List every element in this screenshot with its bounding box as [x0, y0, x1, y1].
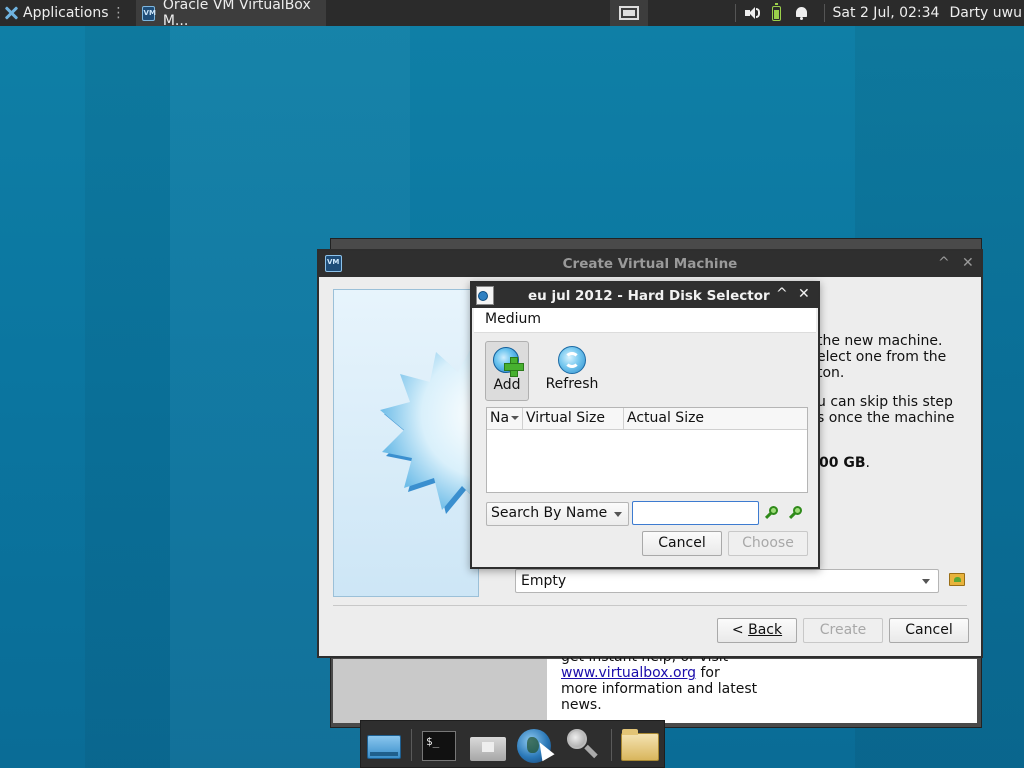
cancel-button[interactable]: Cancel	[889, 618, 969, 643]
close-button[interactable]: ✕	[798, 286, 810, 302]
choose-disk-folder-icon[interactable]	[949, 573, 965, 586]
column-header-label: Virtual Size	[526, 410, 605, 426]
back-window-sidebar	[333, 659, 547, 723]
panel-separator	[734, 4, 736, 22]
disk-list-table[interactable]: Na Virtual Size Actual Size	[486, 407, 808, 493]
applications-suffix: ⋮	[111, 5, 126, 21]
wizard-titlebar[interactable]: Create Virtual Machine ^ ✕	[319, 251, 981, 277]
disk-size-text: 00 GB.	[819, 455, 870, 471]
xfce-logo-icon	[4, 6, 18, 20]
applications-menu[interactable]: Applications ⋮	[0, 0, 132, 26]
find-previous-icon[interactable]	[764, 505, 780, 521]
wizard-divider	[333, 605, 967, 606]
volume-icon[interactable]	[744, 6, 760, 20]
panel-separator	[823, 4, 825, 22]
disk-file-combobox[interactable]: Empty	[515, 569, 939, 593]
description-line: the new machine.	[817, 333, 943, 349]
dock-terminal[interactable]: $_	[419, 727, 459, 763]
back-button[interactable]: < Back	[717, 618, 797, 643]
dock-home-folder[interactable]	[467, 727, 507, 763]
workspace-icon	[619, 6, 639, 20]
starburst-graphic	[380, 336, 478, 514]
column-header-virtual-size[interactable]: Virtual Size	[523, 408, 624, 429]
minimize-button[interactable]: ^	[938, 255, 950, 271]
wizard-side-image	[333, 289, 479, 597]
description-line: ton.	[817, 365, 845, 381]
column-header-name[interactable]: Na	[487, 408, 523, 429]
workspace-switcher[interactable]	[610, 0, 648, 26]
notification-bell-icon[interactable]	[795, 6, 808, 20]
back-window-line: news.	[561, 697, 602, 713]
dialog-title: eu jul 2012 - Hard Disk Selector	[528, 288, 770, 304]
hard-disk-icon	[476, 286, 494, 305]
wizard-description: the new machine. elect one from the ton.…	[817, 333, 997, 439]
disk-size-value: 00 GB	[819, 455, 866, 471]
create-button[interactable]: Create	[803, 618, 883, 643]
dock-web-browser[interactable]	[513, 727, 555, 763]
terminal-icon: $_	[422, 731, 456, 761]
add-disk-icon	[491, 345, 524, 377]
close-button[interactable]: ✕	[962, 255, 974, 271]
search-input[interactable]	[632, 501, 759, 525]
dock: $_	[360, 720, 665, 768]
refresh-icon	[556, 344, 588, 376]
applications-label: Applications	[23, 5, 109, 21]
dock-show-desktop[interactable]	[363, 727, 403, 763]
panel-user-name[interactable]: Darty uwu	[949, 5, 1022, 21]
add-label: Add	[493, 377, 521, 393]
panel-clock[interactable]: Sat 2 Jul, 02:34	[833, 5, 940, 21]
chevron-down-icon	[614, 512, 622, 517]
menu-medium[interactable]: Medium	[485, 311, 541, 327]
add-disk-button[interactable]: Add	[485, 341, 529, 401]
chevron-down-icon	[922, 579, 930, 584]
dock-app-finder[interactable]	[561, 727, 601, 763]
show-desktop-icon	[367, 735, 401, 759]
search-mode-combobox[interactable]: Search By Name	[486, 502, 629, 526]
refresh-label: Refresh	[545, 376, 599, 392]
dialog-titlebar[interactable]: eu jul 2012 - Hard Disk Selector ^ ✕	[472, 283, 818, 308]
home-folder-icon	[470, 737, 506, 761]
description-line: u can skip this step	[817, 394, 953, 410]
choose-button[interactable]: Choose	[728, 531, 808, 556]
description-line: elect one from the	[817, 349, 947, 365]
description-line: s once the machine	[817, 410, 955, 426]
back-window-link-suffix: for	[696, 665, 720, 681]
back-window-line: more information and latest	[561, 681, 758, 697]
sort-arrow-icon	[511, 416, 519, 420]
disk-size-suffix: .	[865, 455, 870, 471]
dock-separator	[611, 729, 612, 761]
dialog-menubar: Medium	[474, 308, 816, 333]
folder-icon	[621, 729, 659, 761]
search-mode-value: Search By Name	[491, 505, 608, 521]
dock-separator	[411, 729, 412, 761]
back-window-text: get instant help, or visit www.virtualbo…	[561, 649, 861, 713]
hard-disk-selector-dialog: eu jul 2012 - Hard Disk Selector ^ ✕ Med…	[470, 281, 820, 569]
search-icon	[567, 729, 587, 749]
panel-tray: Sat 2 Jul, 02:34 Darty uwu	[727, 0, 1024, 26]
battery-icon[interactable]	[771, 2, 781, 21]
dialog-cancel-button[interactable]: Cancel	[642, 531, 722, 556]
table-header: Na Virtual Size Actual Size	[487, 408, 807, 430]
column-header-label: Actual Size	[627, 410, 705, 426]
disk-file-combobox-value: Empty	[521, 573, 567, 589]
column-header-actual-size[interactable]: Actual Size	[624, 408, 807, 429]
dock-file-manager[interactable]	[619, 727, 659, 763]
refresh-button[interactable]: Refresh	[540, 341, 604, 401]
taskbar-item-virtualbox[interactable]: Oracle VM VirtualBox M...	[135, 0, 326, 29]
find-next-icon[interactable]	[788, 505, 804, 521]
minimize-button[interactable]: ^	[776, 286, 788, 302]
back-label: Back	[748, 622, 783, 638]
taskbar-item-label: Oracle VM VirtualBox M...	[162, 0, 311, 29]
top-panel: Applications ⋮ Oracle VM VirtualBox M...…	[0, 0, 1024, 29]
wizard-title: Create Virtual Machine	[562, 256, 738, 272]
virtualbox-icon	[141, 5, 156, 21]
back-prefix: <	[731, 622, 749, 638]
column-header-label: Na	[490, 410, 510, 426]
virtualbox-link[interactable]: www.virtualbox.org	[561, 665, 696, 681]
